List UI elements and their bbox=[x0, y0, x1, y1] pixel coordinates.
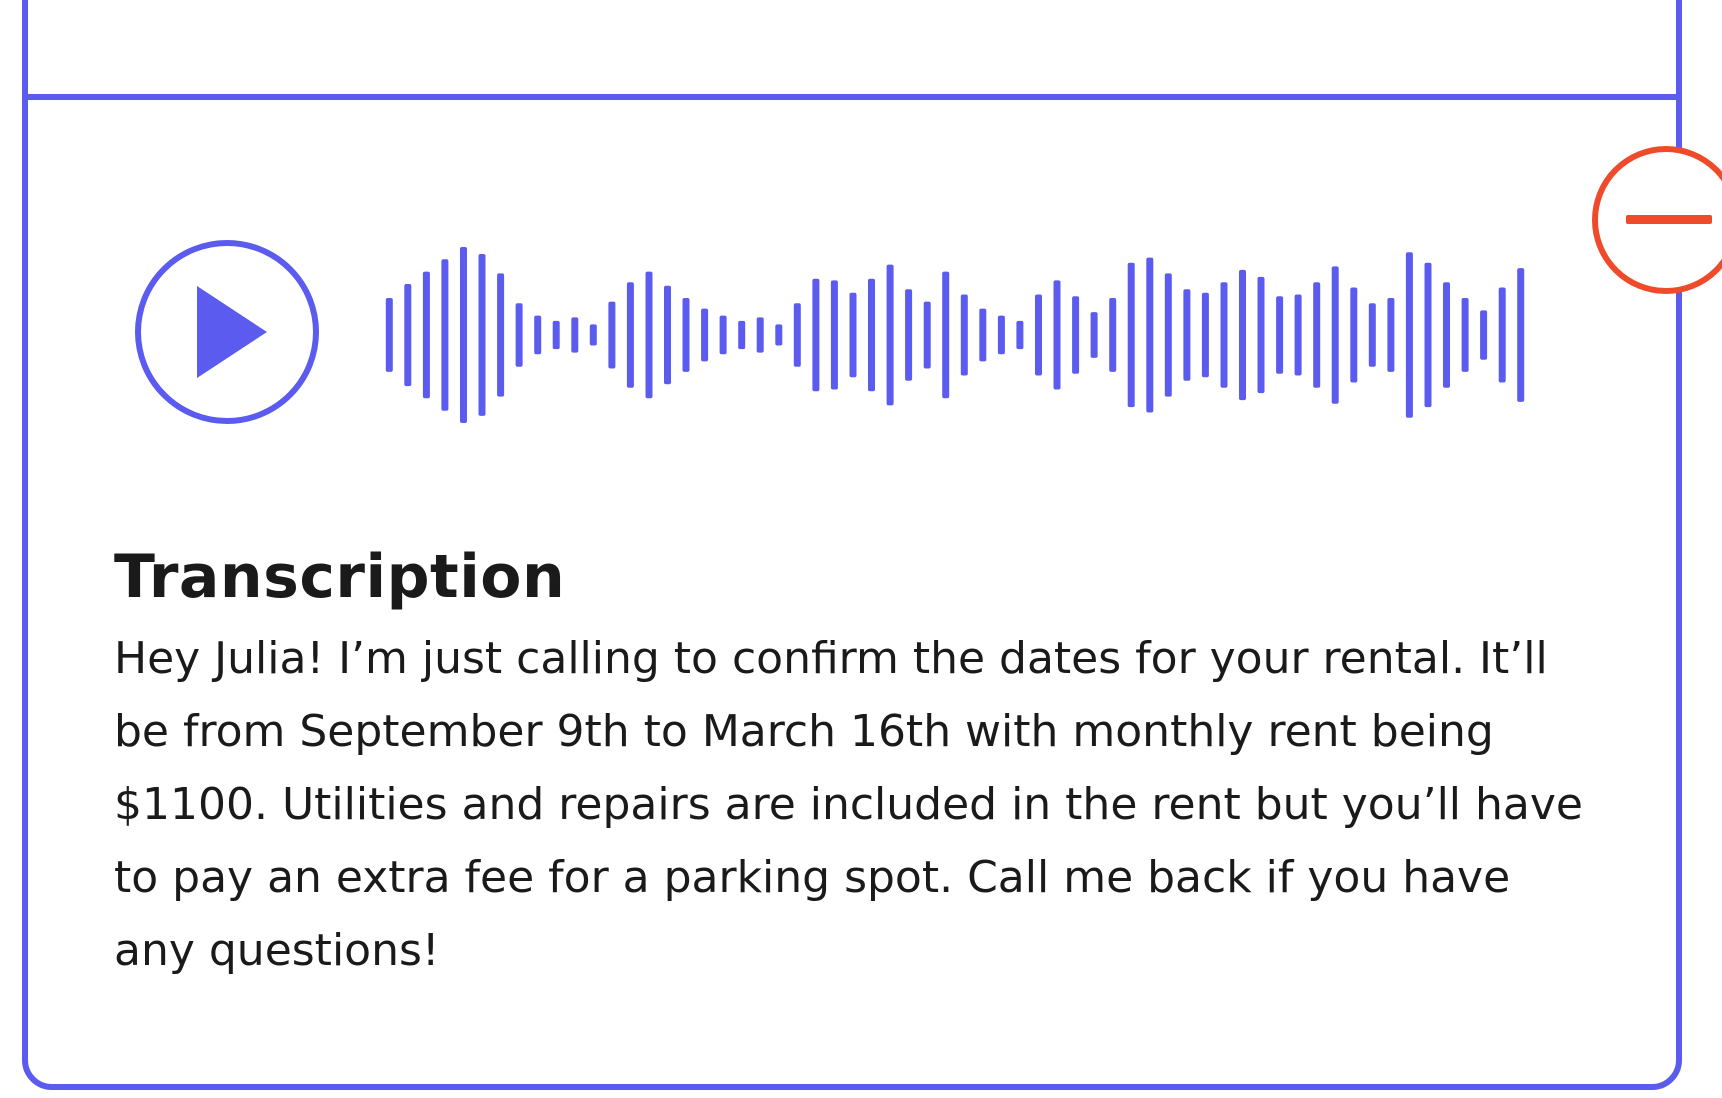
waveform-bar bbox=[1053, 280, 1061, 390]
transcription-title: Transcription bbox=[114, 542, 566, 612]
waveform-bar bbox=[719, 315, 727, 355]
waveform-bar bbox=[1313, 282, 1321, 388]
waveform-bar bbox=[1461, 298, 1469, 372]
waveform-bar bbox=[422, 271, 430, 399]
waveform-bar bbox=[942, 271, 950, 399]
waveform-bar bbox=[626, 282, 634, 388]
waveform-bar bbox=[923, 301, 931, 369]
waveform-bar bbox=[645, 271, 653, 399]
waveform-bar bbox=[1257, 276, 1265, 394]
waveform-bar bbox=[1350, 287, 1358, 383]
waveform-bar bbox=[905, 289, 913, 381]
waveform-bar bbox=[385, 298, 393, 372]
waveform-bar bbox=[738, 320, 746, 350]
waveform-bar bbox=[1405, 252, 1413, 418]
play-icon bbox=[197, 286, 267, 378]
waveform-bar bbox=[1146, 257, 1154, 413]
waveform-bar bbox=[812, 278, 820, 392]
waveform-bar bbox=[756, 317, 764, 353]
waveform-bar bbox=[552, 320, 560, 350]
audio-waveform[interactable] bbox=[380, 240, 1530, 430]
waveform-bar bbox=[534, 315, 542, 355]
waveform-bar bbox=[1127, 262, 1135, 408]
transcription-section: Transcription Hey Julia! I’m just callin… bbox=[114, 542, 1594, 987]
waveform-bar bbox=[664, 285, 671, 385]
waveform-bar bbox=[1387, 298, 1395, 372]
waveform-bar bbox=[1164, 273, 1172, 397]
waveform-bar bbox=[1498, 287, 1506, 383]
waveform-bar bbox=[571, 317, 579, 353]
waveform-bar bbox=[1072, 296, 1080, 374]
waveform-bar bbox=[1276, 296, 1284, 374]
waveform-bar bbox=[997, 315, 1005, 355]
waveform-bar bbox=[1517, 268, 1525, 402]
waveform-bar bbox=[1480, 310, 1488, 360]
waveform-bar bbox=[404, 284, 412, 387]
waveform-bar bbox=[1368, 303, 1376, 367]
waveform-bar bbox=[886, 264, 894, 406]
waveform-bar bbox=[960, 294, 968, 376]
waveform-bar bbox=[441, 259, 449, 411]
waveform-bar bbox=[849, 292, 857, 378]
waveform-bar bbox=[608, 301, 616, 369]
waveform-bar bbox=[793, 303, 801, 367]
waveform-bar bbox=[1035, 294, 1042, 376]
waveform-bar bbox=[682, 298, 690, 372]
waveform-bar bbox=[460, 247, 467, 423]
waveform-bar bbox=[1016, 320, 1024, 350]
waveform-bar bbox=[497, 273, 505, 397]
waveform-bar bbox=[1183, 289, 1191, 381]
waveform-bar bbox=[1331, 266, 1339, 404]
waveform-bar bbox=[478, 254, 486, 416]
waveform-bar bbox=[1239, 269, 1246, 401]
waveform-bar bbox=[1294, 294, 1302, 376]
waveform-bar bbox=[1201, 292, 1209, 378]
waveform-bar bbox=[1443, 282, 1450, 388]
waveform-bar bbox=[515, 303, 523, 367]
waveform-bar bbox=[701, 308, 709, 362]
waveform-bar bbox=[979, 308, 987, 362]
waveform-bar bbox=[589, 324, 597, 346]
play-button[interactable] bbox=[135, 240, 319, 424]
transcription-text: Hey Julia! I’m just calling to confirm t… bbox=[114, 633, 1583, 976]
card-divider bbox=[22, 94, 1682, 100]
waveform-bar bbox=[1424, 262, 1432, 408]
waveform-bar bbox=[868, 278, 875, 392]
waveform-bar bbox=[1109, 298, 1117, 372]
waveform-bar bbox=[1220, 282, 1228, 388]
waveform-bar bbox=[775, 324, 783, 346]
waveform-bar bbox=[1090, 312, 1098, 358]
waveform-bar bbox=[830, 280, 838, 390]
minus-icon bbox=[1626, 215, 1712, 224]
